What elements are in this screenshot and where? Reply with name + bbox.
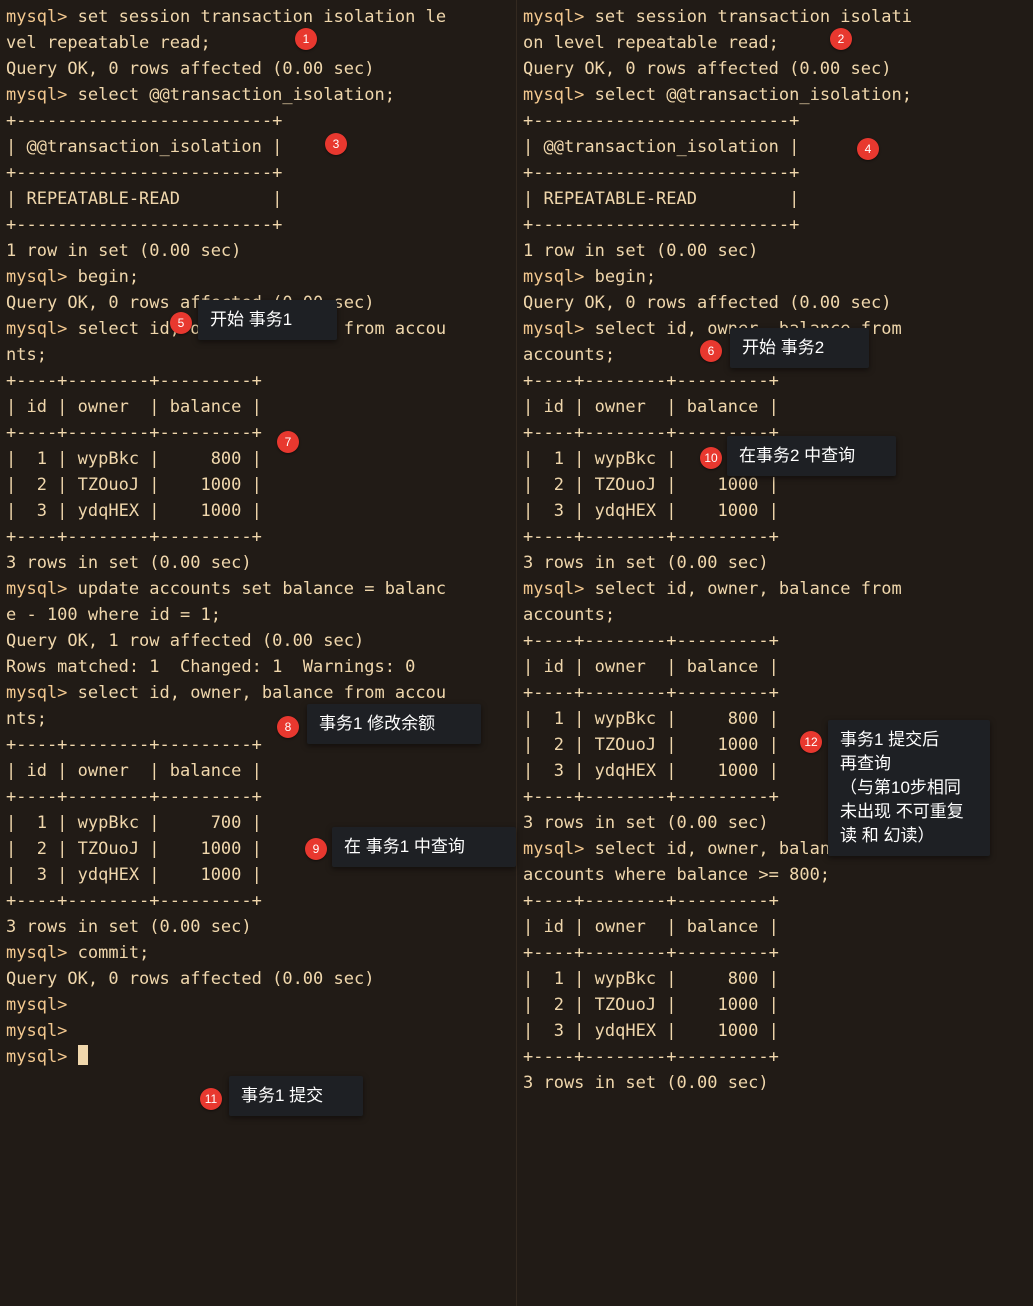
step-marker-4: 4	[857, 138, 879, 160]
step-marker-3: 3	[325, 133, 347, 155]
step-marker-12: 12	[800, 731, 822, 753]
step-marker-10: 10	[700, 447, 722, 469]
step-marker-2: 2	[830, 28, 852, 50]
step-marker-5: 5	[170, 312, 192, 334]
annotation-tx1-commit: 事务1 提交	[229, 1076, 363, 1116]
annotation-begin-tx2: 开始 事务2	[730, 328, 869, 368]
terminal-pane-right: mysql> set session transaction isolation…	[517, 0, 1033, 1306]
annotation-begin-tx1: 开始 事务1	[198, 300, 337, 340]
step-marker-8: 8	[277, 716, 299, 738]
annotation-tx1-select: 在 事务1 中查询	[332, 827, 516, 867]
step-marker-1: 1	[295, 28, 317, 50]
annotation-tx2-reselect: 事务1 提交后 再查询 （与第10步相同 未出现 不可重复读 和 幻读）	[828, 720, 990, 856]
step-marker-6: 6	[700, 340, 722, 362]
stage: mysql> set session transaction isolation…	[0, 0, 1033, 1306]
annotation-tx2-select: 在事务2 中查询	[727, 436, 896, 476]
step-marker-7: 7	[277, 431, 299, 453]
annotation-tx1-update: 事务1 修改余额	[307, 704, 481, 744]
step-marker-9: 9	[305, 838, 327, 860]
step-marker-11: 11	[200, 1088, 222, 1110]
